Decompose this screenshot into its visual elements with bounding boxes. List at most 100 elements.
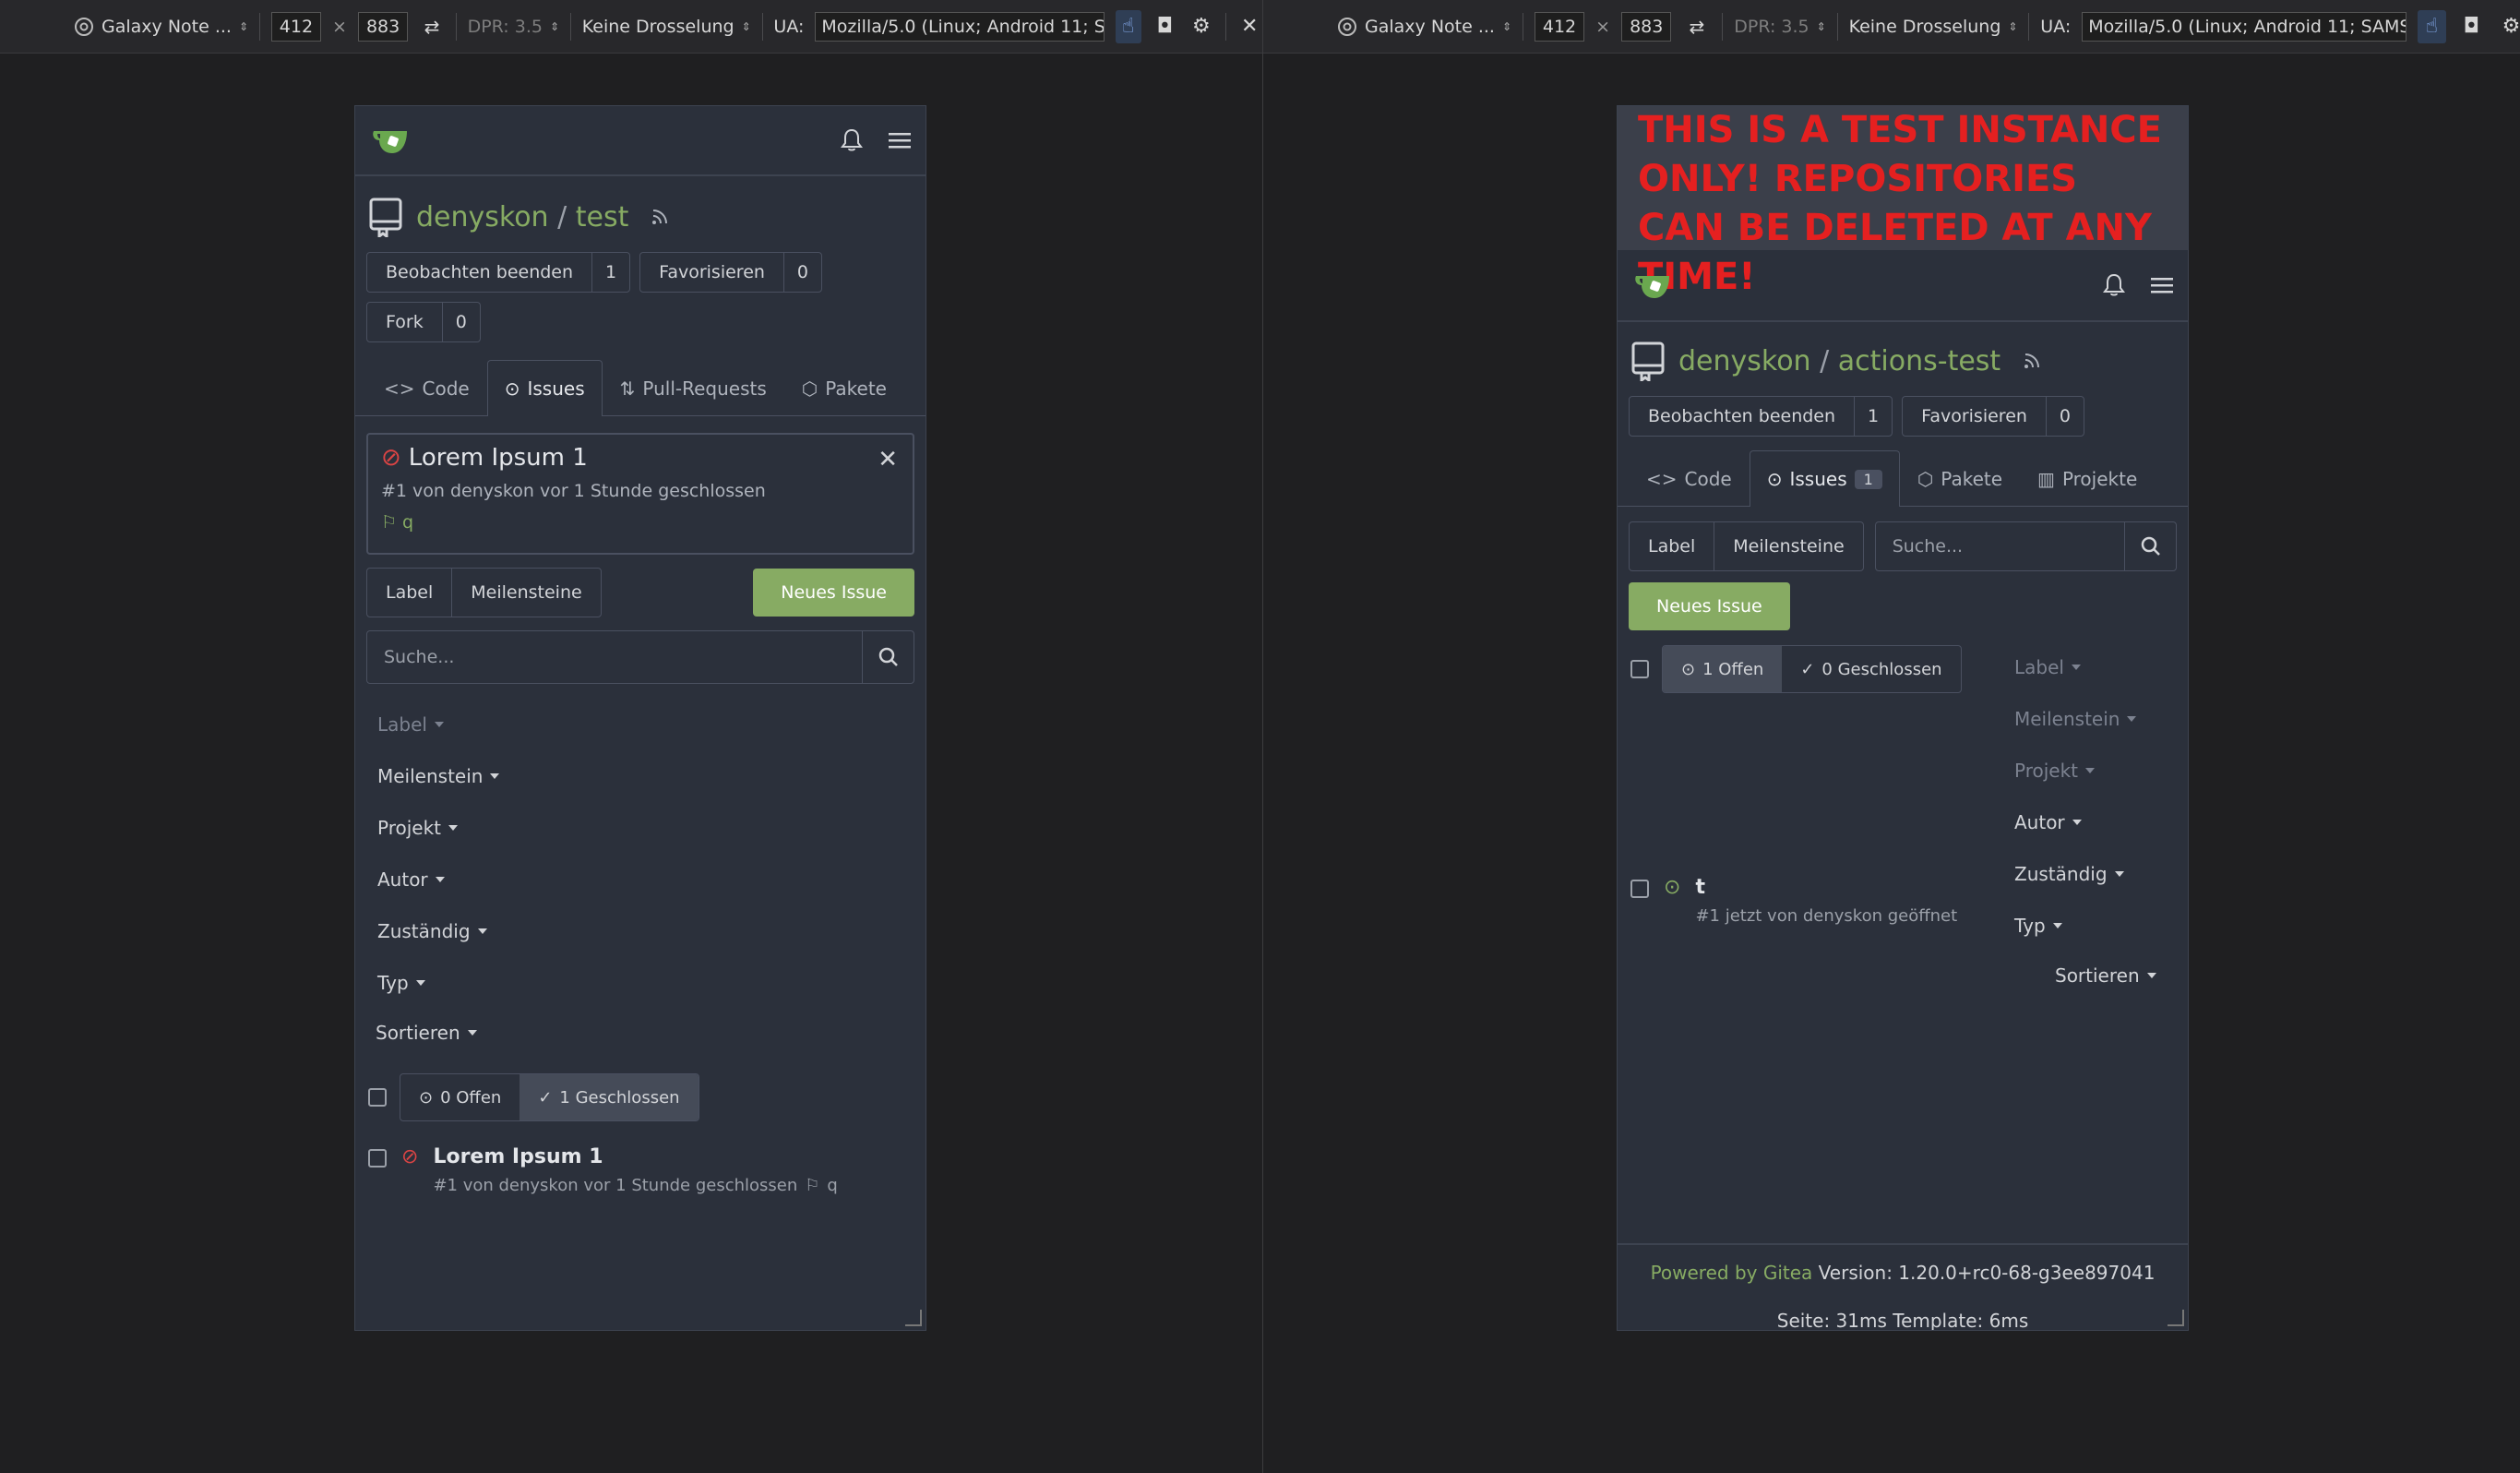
rss-icon[interactable] xyxy=(2023,352,2041,370)
rotate-icon[interactable]: ⇄ xyxy=(1682,10,1711,43)
filter-assignee[interactable]: Zuständig xyxy=(355,905,926,957)
watch-label: Beobachten beenden xyxy=(1648,406,1836,426)
rotate-icon[interactable]: ⇄ xyxy=(419,10,445,43)
caret-down-icon xyxy=(2085,768,2096,773)
gitea-logo-icon[interactable] xyxy=(1632,267,1675,304)
select-all-checkbox[interactable] xyxy=(1630,660,1649,678)
rss-icon[interactable] xyxy=(651,208,669,226)
repo-name-link[interactable]: actions-test xyxy=(1838,345,2000,377)
labels-button[interactable]: Label xyxy=(367,569,451,617)
updown-arrow-icon: ⇕ xyxy=(549,19,560,33)
closed-issue-milestone[interactable]: q xyxy=(402,512,413,533)
milestones-button[interactable]: Meilensteine xyxy=(451,569,600,617)
new-issue-button[interactable]: Neues Issue xyxy=(1629,582,1790,630)
height-input[interactable]: 883 xyxy=(357,11,409,42)
filter-label[interactable]: Label xyxy=(2014,641,2156,693)
hamburger-icon[interactable] xyxy=(2151,276,2173,294)
device-select[interactable]: Galaxy Note ... ⇕ xyxy=(74,17,248,37)
caret-down-icon xyxy=(477,928,487,934)
hamburger-icon[interactable] xyxy=(889,131,911,150)
separator xyxy=(2028,12,2030,41)
milestones-button[interactable]: Meilensteine xyxy=(1714,522,1862,570)
resize-handle[interactable] xyxy=(905,1310,922,1326)
star-button[interactable]: Favorisieren 0 xyxy=(1902,396,2085,437)
closed-state-button[interactable]: ✓ 0 Geschlossen xyxy=(1782,646,1960,692)
closed-state-button[interactable]: ✓ 1 Geschlossen xyxy=(520,1074,699,1120)
device-select[interactable]: Galaxy Note ... ⇕ xyxy=(1337,17,1511,37)
camera-icon[interactable]: ◘ xyxy=(2457,10,2486,43)
tab-issues[interactable]: ⊙ Issues 1 xyxy=(1749,450,1900,507)
sort-dropdown[interactable]: Sortieren xyxy=(2014,952,2156,1000)
filter-milestone[interactable]: Meilenstein xyxy=(2014,693,2156,745)
caret-down-icon xyxy=(2127,716,2137,722)
new-issue-button[interactable]: Neues Issue xyxy=(753,569,914,617)
tab-projects[interactable]: ▥ Projekte xyxy=(2020,450,2155,506)
filter-type[interactable]: Typ xyxy=(355,957,926,1009)
tab-packages[interactable]: ⬡ Pakete xyxy=(1900,450,2020,506)
filter-assignee[interactable]: Zuständig xyxy=(2014,848,2156,900)
fork-button[interactable]: Fork 0 xyxy=(366,302,481,342)
touch-icon[interactable]: ☝ xyxy=(2417,9,2446,43)
width-input[interactable]: 412 xyxy=(1534,11,1585,42)
throttle-select[interactable]: Keine Drosselung ⇕ xyxy=(1849,17,2018,37)
select-all-checkbox[interactable] xyxy=(368,1088,387,1107)
filter-project[interactable]: Projekt xyxy=(355,802,926,854)
height-input[interactable]: 883 xyxy=(1621,11,1672,42)
watch-button[interactable]: Beobachten beenden 1 xyxy=(1629,396,1893,437)
caret-down-icon xyxy=(2052,923,2062,928)
search-button[interactable] xyxy=(862,631,914,683)
star-button[interactable]: Favorisieren 0 xyxy=(639,252,823,293)
issue-checkbox[interactable] xyxy=(1630,880,1649,898)
tab-code[interactable]: <> Code xyxy=(366,360,487,415)
sort-dropdown[interactable]: Sortieren xyxy=(355,1009,926,1057)
ua-input[interactable]: Mozilla/5.0 (Linux; Android 11; SAMSUNG … xyxy=(815,11,1105,42)
tab-packages[interactable]: ⬡ Pakete xyxy=(784,360,904,415)
bell-icon[interactable] xyxy=(2103,273,2125,297)
gear-icon[interactable]: ⚙ xyxy=(2497,10,2520,43)
filter-author[interactable]: Autor xyxy=(2014,796,2156,848)
resize-handle[interactable] xyxy=(2168,1310,2184,1326)
ua-input[interactable]: Mozilla/5.0 (Linux; Android 11; SAMSUNG … xyxy=(2082,11,2407,42)
close-icon[interactable]: ✕ xyxy=(1236,10,1262,43)
ua-label: UA: xyxy=(2040,16,2072,37)
search-input[interactable]: Suche... xyxy=(1876,522,2124,570)
issue-milestone[interactable]: q xyxy=(827,1176,837,1195)
filter-author[interactable]: Autor xyxy=(355,854,926,905)
gitea-logo-icon[interactable] xyxy=(370,122,412,159)
dpr-select[interactable]: DPR: 3.5 ⇕ xyxy=(1734,17,1825,37)
filter-dropdowns: Label Meilenstein Projekt Autor Zuständi… xyxy=(355,699,926,1057)
throttle-select[interactable]: Keine Drosselung ⇕ xyxy=(582,17,751,37)
updown-arrow-icon: ⇕ xyxy=(1501,19,1512,33)
filter-type[interactable]: Typ xyxy=(2014,900,2156,952)
dpr-select[interactable]: DPR: 3.5 ⇕ xyxy=(468,17,559,37)
tab-pull-requests[interactable]: ⇅ Pull-Requests xyxy=(603,360,784,415)
open-state-button[interactable]: ⊙ 0 Offen xyxy=(400,1074,520,1120)
filter-label[interactable]: Label xyxy=(355,699,926,750)
open-state-button[interactable]: ⊙ 1 Offen xyxy=(1663,646,1783,692)
search-input[interactable]: Suche... xyxy=(367,631,862,683)
repo-name-link[interactable]: test xyxy=(576,201,629,234)
issue-title[interactable]: t xyxy=(1695,876,1957,899)
close-icon[interactable]: ✕ xyxy=(878,446,898,473)
issue-checkbox[interactable] xyxy=(368,1149,387,1168)
labels-button[interactable]: Label xyxy=(1630,522,1714,570)
gear-icon[interactable]: ⚙ xyxy=(1188,10,1214,43)
repo-owner-link[interactable]: denyskon xyxy=(1678,345,1811,377)
filter-project[interactable]: Projekt xyxy=(2014,745,2156,796)
powered-by-link[interactable]: Powered by Gitea xyxy=(1651,1262,1813,1284)
tab-label: Code xyxy=(422,377,470,400)
caret-down-icon xyxy=(2114,871,2124,877)
watch-button[interactable]: Beobachten beenden 1 xyxy=(366,252,631,293)
search-button[interactable] xyxy=(2124,522,2176,570)
width-input[interactable]: 412 xyxy=(270,11,322,42)
filter-milestone[interactable]: Meilenstein xyxy=(355,750,926,802)
touch-icon[interactable]: ☝ xyxy=(1115,9,1141,43)
bell-icon[interactable] xyxy=(841,128,863,152)
tab-code[interactable]: <> Code xyxy=(1629,450,1750,506)
repo-owner-link[interactable]: denyskon xyxy=(416,201,549,234)
tab-issues[interactable]: ⊙ Issues xyxy=(486,360,603,416)
issue-title[interactable]: Lorem Ipsum 1 xyxy=(433,1145,837,1168)
camera-icon[interactable]: ◘ xyxy=(1153,10,1178,43)
caret-down-icon xyxy=(448,825,459,831)
closed-issue-title[interactable]: Lorem Ipsum 1 xyxy=(409,444,588,472)
